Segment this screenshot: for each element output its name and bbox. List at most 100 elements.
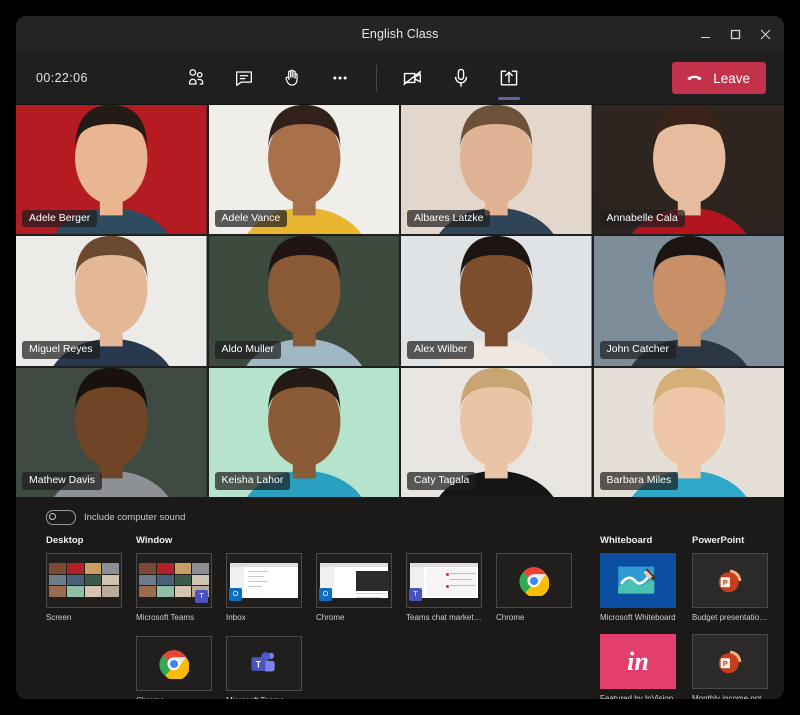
mini-video-cell	[156, 574, 174, 586]
raise-hand-icon[interactable]	[270, 58, 314, 98]
share-thumbnail-preview[interactable]: T	[406, 553, 482, 608]
video-tile[interactable]: Keisha Lahor	[208, 367, 399, 497]
share-thumbnail-label: Chrome	[496, 613, 525, 622]
video-grid: Adele Berger Adele Vance Albares Latzke Ann…	[16, 105, 784, 497]
video-tile[interactable]: Miguel Reyes	[16, 236, 207, 366]
svg-text:T: T	[256, 659, 262, 669]
share-thumbnail-item[interactable]: P Budget presentation.ppt	[692, 553, 768, 622]
include-computer-sound-row[interactable]: Include computer sound	[16, 505, 784, 527]
title-bar: English Class	[16, 16, 784, 52]
mini-video-cell	[66, 563, 84, 574]
share-thumbnail-item[interactable]: P Monthly income.ppt	[692, 634, 768, 699]
teams-badge-icon: T	[195, 590, 208, 603]
powerpoint-logo-icon: P	[718, 569, 742, 592]
share-thumbnail-label: Budget presentation.ppt	[692, 613, 768, 622]
teams-logo-icon: T	[251, 651, 275, 671]
share-thumbnail-preview[interactable]	[496, 553, 572, 608]
share-thumbnail-item[interactable]: Chrome	[496, 553, 572, 622]
share-thumbnail-item[interactable]: Chrome	[136, 636, 212, 699]
video-tile[interactable]: Aldo Muller	[208, 236, 399, 366]
share-thumbnail-preview[interactable]	[600, 553, 676, 608]
share-section-desktop: Desktop Screen	[46, 535, 136, 699]
share-thumbnail-label: Chrome	[136, 696, 212, 699]
share-thumbnail-item[interactable]: Screen	[46, 553, 122, 622]
maximize-button[interactable]	[720, 19, 750, 49]
mini-video-cell	[49, 586, 66, 597]
share-thumbnail-label: Monthly income.ppt	[692, 694, 762, 699]
share-thumbnail-preview[interactable]: in	[600, 634, 676, 689]
minimize-button[interactable]	[690, 19, 720, 49]
participant-name-badge: Adele Vance	[214, 209, 288, 228]
outlook-badge-icon: O	[229, 588, 242, 601]
participant-name-badge: Barbara Miles	[599, 472, 679, 490]
teams-badge-icon: T	[409, 588, 422, 601]
mini-video-cell	[49, 563, 66, 574]
share-thumbnail-item[interactable]: in Featured by InVision	[600, 634, 676, 699]
microphone-icon[interactable]	[439, 58, 483, 98]
share-thumbnail-item[interactable]: T Microsoft Teams	[226, 636, 302, 699]
share-thumbnail-label: Microsoft Teams	[136, 613, 195, 622]
outlook-badge-icon: O	[319, 588, 332, 601]
leave-button[interactable]: Leave	[672, 62, 766, 94]
share-thumbnail-preview[interactable]: T	[136, 553, 212, 608]
video-tile[interactable]: Adele Berger	[16, 105, 207, 235]
mini-video-cell	[156, 563, 174, 574]
mini-video-cell	[139, 586, 156, 597]
mini-video-cell	[156, 586, 174, 597]
share-section-whiteboard: Whiteboard Microsoft Whiteboard in Feature…	[600, 535, 692, 699]
share-thumbnail-item[interactable]: T Microsoft Teams	[136, 553, 212, 622]
share-thumbnail-preview[interactable]: O	[316, 553, 392, 608]
mini-video-cell	[49, 574, 66, 586]
window-title: English Class	[361, 27, 439, 41]
share-thumbnail-item[interactable]: T Teams chat marketing	[406, 553, 482, 622]
toolbar-divider	[375, 65, 377, 91]
share-thumbnail-preview[interactable]: P	[692, 553, 768, 608]
mini-video-grid	[49, 563, 119, 597]
share-thumbnail-item[interactable]: Microsoft Whiteboard	[600, 553, 676, 622]
mini-video-cell	[102, 574, 119, 586]
share-thumbnail-item[interactable]: O Chrome	[316, 553, 392, 622]
mini-video-cell	[139, 563, 156, 574]
share-thumbnail-preview[interactable]	[46, 553, 122, 608]
section-heading-desktop: Desktop	[46, 535, 84, 546]
share-options: Desktop Screen Window T Microsoft Teams O I…	[16, 527, 784, 699]
meeting-toolbar: 00:22:06 Leave	[16, 52, 784, 105]
mini-video-cell	[174, 563, 192, 574]
video-tile[interactable]: John Catcher	[593, 236, 784, 366]
share-thumbnail-preview[interactable]: T	[226, 636, 302, 691]
more-options-icon[interactable]	[318, 58, 362, 98]
share-active-indicator	[497, 97, 520, 100]
video-tile[interactable]: Alex Wilber	[401, 236, 592, 366]
video-tile[interactable]: Albares Latzke	[401, 105, 592, 235]
video-tile[interactable]: Caty Tagala	[401, 367, 592, 497]
whiteboard-thumbs: Microsoft Whiteboard in Featured by InVisi…	[600, 553, 692, 699]
video-tile[interactable]: Adele Vance	[208, 105, 399, 235]
participant-name-badge: Mathew Davis	[22, 472, 102, 490]
camera-off-icon[interactable]	[391, 58, 435, 98]
people-icon[interactable]	[174, 58, 218, 98]
chrome-logo-icon	[159, 649, 189, 679]
video-tile[interactable]: Mathew Davis	[16, 367, 207, 497]
participant-name-badge: Keisha Lahor	[214, 472, 291, 490]
share-section-powerpoint: PowerPoint P Budget presentation.ppt P Mont…	[692, 535, 784, 699]
include-computer-sound-toggle[interactable]	[46, 509, 76, 525]
mini-video-cell	[84, 563, 102, 574]
video-tile[interactable]: Annabelle Cala	[593, 105, 784, 235]
chat-icon[interactable]	[222, 58, 266, 98]
share-screen-icon[interactable]	[487, 58, 531, 100]
share-thumbnail-item[interactable]: O Inbox	[226, 553, 302, 622]
video-tile[interactable]: Barbara Miles	[593, 367, 784, 497]
participant-name-badge: Caty Tagala	[407, 472, 477, 490]
close-button[interactable]	[750, 19, 780, 49]
mini-video-cell	[102, 586, 119, 597]
mini-video-cell	[174, 586, 192, 597]
share-thumbnail-preview[interactable]: P	[692, 634, 768, 689]
svg-text:P: P	[723, 578, 728, 587]
share-thumbnail-label: Inbox	[226, 613, 246, 622]
share-thumbnail-label: Featured by InVision	[600, 694, 674, 699]
participant-name-badge: Miguel Reyes	[22, 341, 100, 359]
section-heading-powerpoint: PowerPoint	[692, 535, 745, 546]
mini-video-cell	[192, 574, 209, 586]
share-thumbnail-preview[interactable]	[136, 636, 212, 691]
share-thumbnail-preview[interactable]: O	[226, 553, 302, 608]
